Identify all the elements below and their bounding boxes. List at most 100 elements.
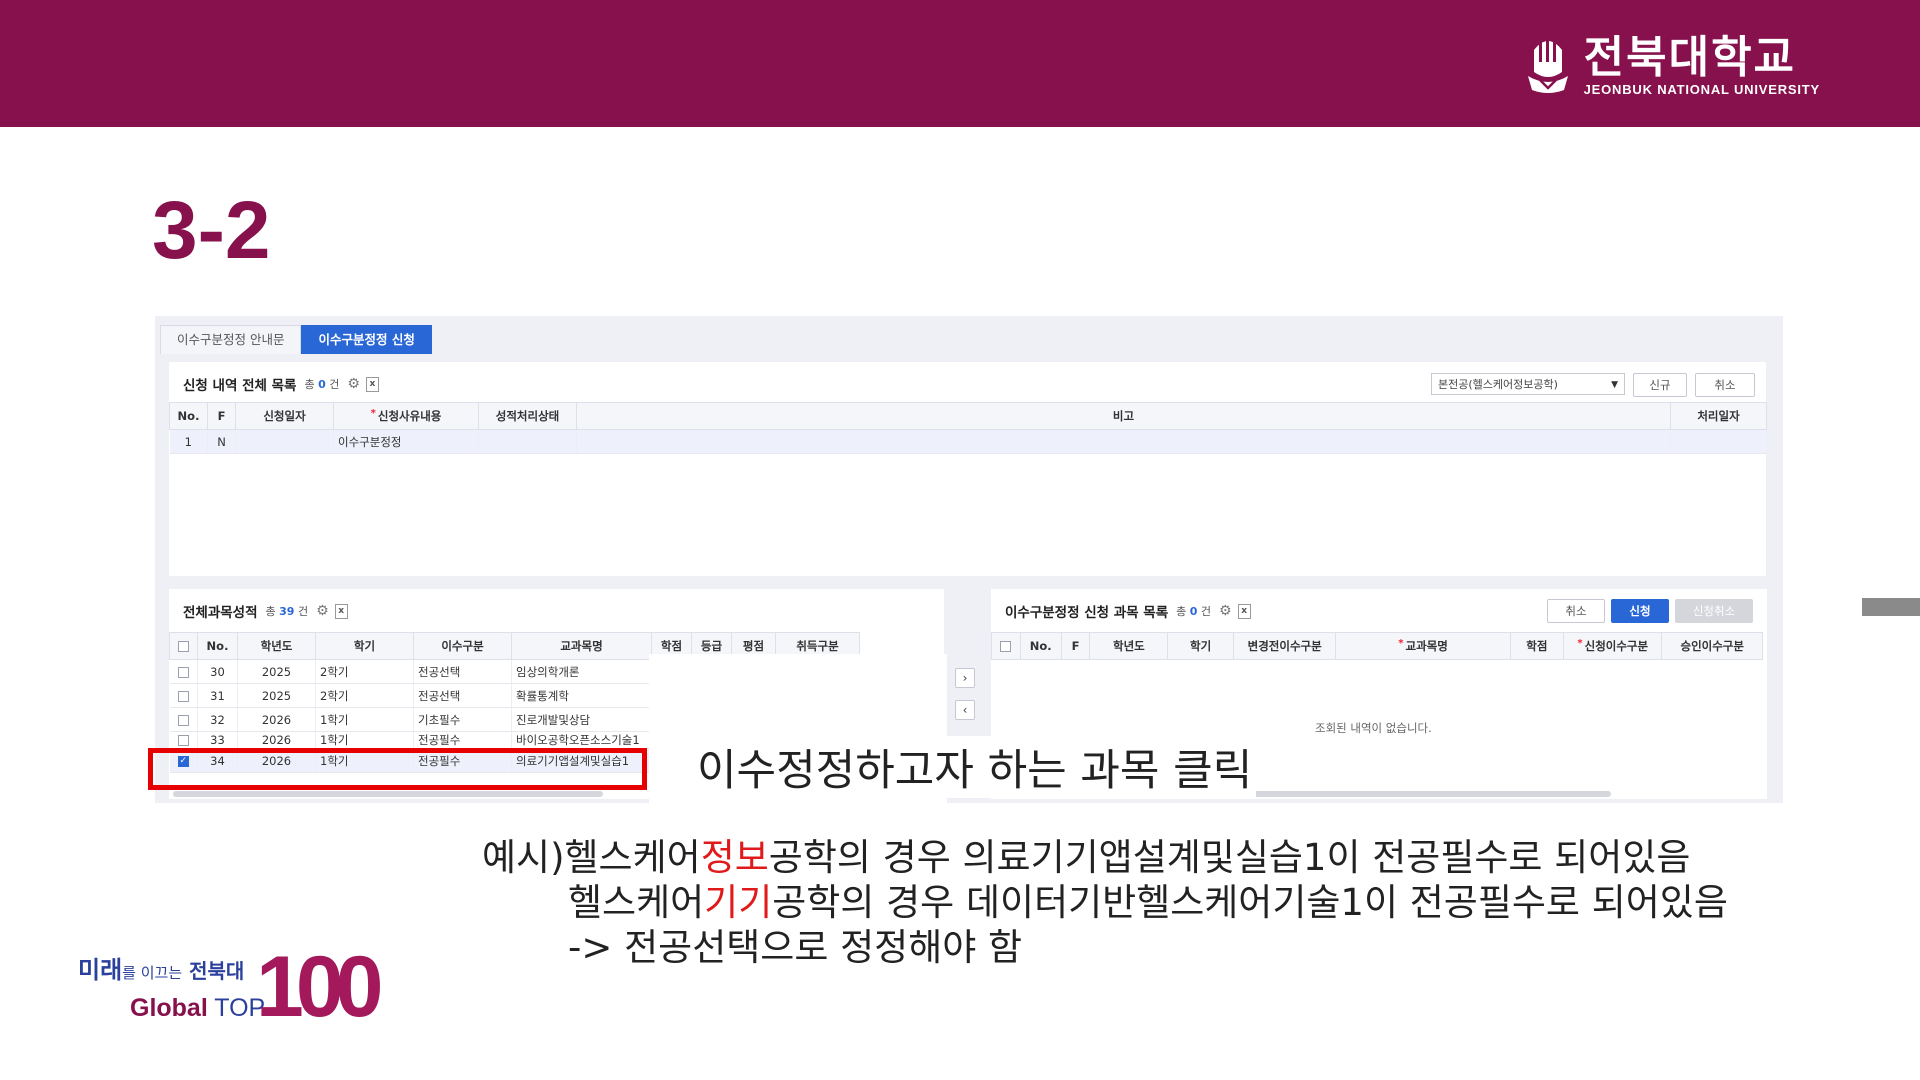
table-row[interactable]: 1 N 이수구분정정 xyxy=(169,429,1767,454)
column-header-required: * 신청이수구분 xyxy=(1563,632,1663,660)
row-checkbox[interactable] xyxy=(177,714,189,726)
column-header: F xyxy=(1060,632,1091,660)
application-list-count: 총 0 건 xyxy=(304,376,339,392)
column-header: 이수구분 xyxy=(413,632,512,660)
column-header: 신청일자 xyxy=(235,402,334,430)
column-header: 비고 xyxy=(576,402,1671,430)
cell-note xyxy=(576,429,1671,454)
header-bar: 전북대학교 JEONBUK NATIONAL UNIVERSITY xyxy=(0,0,1920,127)
cell-no: 32 xyxy=(197,707,238,732)
row-checkbox-cell xyxy=(169,731,198,749)
major-select[interactable]: 본전공(헬스케어정보공학) ▼ xyxy=(1431,373,1625,395)
university-logo: 전북대학교 JEONBUK NATIONAL UNIVERSITY xyxy=(1526,32,1820,98)
caret-down-icon: ▼ xyxy=(1611,380,1618,390)
select-all-checkbox[interactable] xyxy=(1000,641,1012,652)
excel-icon[interactable]: x xyxy=(365,376,379,392)
column-header: 승인이수구분 xyxy=(1661,632,1763,660)
gear-icon[interactable]: ⚙ xyxy=(316,603,329,619)
application-list-title: 신청 내역 전체 목록 xyxy=(183,378,297,394)
required-mark: * xyxy=(1577,638,1583,649)
column-header: 처리일자 xyxy=(1670,402,1767,430)
cell-no: 31 xyxy=(197,683,238,708)
required-mark: * xyxy=(370,408,376,419)
cell-date xyxy=(235,429,334,454)
required-mark: * xyxy=(1398,638,1404,649)
count-suffix: 건 xyxy=(297,605,309,618)
note-text: 공학의 경우 데이터기반헬스케어기술1이 전공필수로 되어있음 xyxy=(772,881,1728,924)
select-all-cell xyxy=(991,632,1021,660)
row-checkbox[interactable] xyxy=(177,735,189,746)
all-grades-count: 총 39 건 xyxy=(266,603,309,619)
correction-list-count: 총 0 건 xyxy=(1176,603,1211,619)
application-list-panel: 신청 내역 전체 목록 총 0 건 ⚙ x 본전공(헬스케어정보공학) ▼ 신규… xyxy=(169,362,1767,576)
note-highlight: 기기 xyxy=(704,881,773,924)
cell-type: 전공선택 xyxy=(413,683,512,708)
logo-english-text: JEONBUK NATIONAL UNIVERSITY xyxy=(1583,81,1820,97)
row-checkbox-cell xyxy=(169,683,198,708)
column-header-required: * 교과목명 xyxy=(1335,632,1511,660)
column-header: 학기 xyxy=(315,632,414,660)
badge-slogan: 미래를 이끄는 전북대 xyxy=(78,950,244,985)
cell-processed xyxy=(1670,429,1767,454)
count-prefix: 총 xyxy=(1176,605,1187,618)
apply-button[interactable]: 신청 xyxy=(1611,599,1669,623)
cell-course: 확률통계학 xyxy=(511,683,652,708)
cell-course: 진로개발및상담 xyxy=(511,707,652,732)
note-line-3: -> 전공선택으로 정정해야 함 xyxy=(568,926,1023,969)
column-header: F xyxy=(207,402,236,430)
gear-icon[interactable]: ⚙ xyxy=(347,376,360,392)
note-text: 헬스케어 xyxy=(568,881,705,924)
tab-guide[interactable]: 이수구분정정 안내문 xyxy=(160,325,302,354)
excel-icon[interactable]: x xyxy=(1237,603,1251,619)
column-header: 변경전이수구분 xyxy=(1232,632,1337,660)
badge-global: Global TOP xyxy=(130,994,265,1023)
gear-icon[interactable]: ⚙ xyxy=(1219,603,1232,619)
row-checkbox-cell xyxy=(169,659,198,684)
select-all-checkbox[interactable] xyxy=(178,641,189,652)
count-prefix: 총 xyxy=(265,605,276,618)
empty-message: 조회된 내역이 없습니다. xyxy=(1315,721,1432,735)
count-value: 0 xyxy=(1189,605,1198,618)
column-header: No. xyxy=(169,402,208,430)
row-checkbox[interactable] xyxy=(177,666,189,678)
cell-no: 33 xyxy=(197,731,238,749)
badge-text: 를 이끄는 xyxy=(122,964,183,982)
column-header: 학년도 xyxy=(1089,632,1169,660)
cell-year: 2026 xyxy=(237,707,316,732)
cell-no: 30 xyxy=(197,659,238,684)
column-header: 성적처리상태 xyxy=(478,402,577,430)
application-table-header: No. F 신청일자 * 신청사유내용 성적처리상태 비고 처리일자 xyxy=(169,402,1767,430)
application-table: No. F 신청일자 * 신청사유내용 성적처리상태 비고 처리일자 1 N 이수… xyxy=(169,402,1767,454)
cancel-button[interactable]: 취소 xyxy=(1695,373,1755,397)
move-right-button[interactable]: › xyxy=(955,668,975,688)
note-highlight: 정보 xyxy=(700,836,769,879)
count-prefix: 총 xyxy=(304,378,315,391)
slide-title: 3-2 xyxy=(152,185,271,276)
correction-table: No. F 학년도 학기 변경전이수구분 * 교과목명 학점 * 신청이수구분 승인… xyxy=(991,632,1763,660)
all-grades-title: 전체과목성적 xyxy=(183,605,258,621)
tab-application[interactable]: 이수구분정정 신청 xyxy=(301,325,432,354)
new-button[interactable]: 신규 xyxy=(1633,373,1687,397)
column-header: 학기 xyxy=(1167,632,1234,660)
excel-icon[interactable]: x xyxy=(334,603,348,619)
withdraw-button[interactable]: 신청취소 xyxy=(1675,599,1753,623)
cell-type: 전공선택 xyxy=(413,659,512,684)
column-header: 교과목명 xyxy=(511,632,652,660)
correction-list-title: 이수구분정정 신청 과목 목록 xyxy=(1005,605,1169,621)
cell-type: 기초필수 xyxy=(413,707,512,732)
row-checkbox[interactable] xyxy=(177,690,189,702)
notes-block: 예시)헬스케어정보공학의 경우 의료기기앱설계및실습1이 전공필수로 되어있음 … xyxy=(482,835,1728,970)
embedded-screenshot: 이수구분정정 안내문 이수구분정정 신청 신청 내역 전체 목록 총 0 건 ⚙… xyxy=(155,316,1783,803)
column-header-label: 신청이수구분 xyxy=(1584,639,1649,653)
correction-cancel-button[interactable]: 취소 xyxy=(1547,599,1605,623)
highlight-box xyxy=(148,748,647,790)
move-left-button[interactable]: ‹ xyxy=(955,700,975,720)
cell-year: 2025 xyxy=(237,683,316,708)
cell-year: 2025 xyxy=(237,659,316,684)
university-emblem-icon xyxy=(1527,36,1568,93)
cell-term: 1학기 xyxy=(315,707,414,732)
badge-text: 미래 xyxy=(78,956,123,984)
count-suffix: 건 xyxy=(329,378,340,391)
horizontal-scrollbar[interactable] xyxy=(173,791,603,797)
cell-status xyxy=(478,429,577,454)
